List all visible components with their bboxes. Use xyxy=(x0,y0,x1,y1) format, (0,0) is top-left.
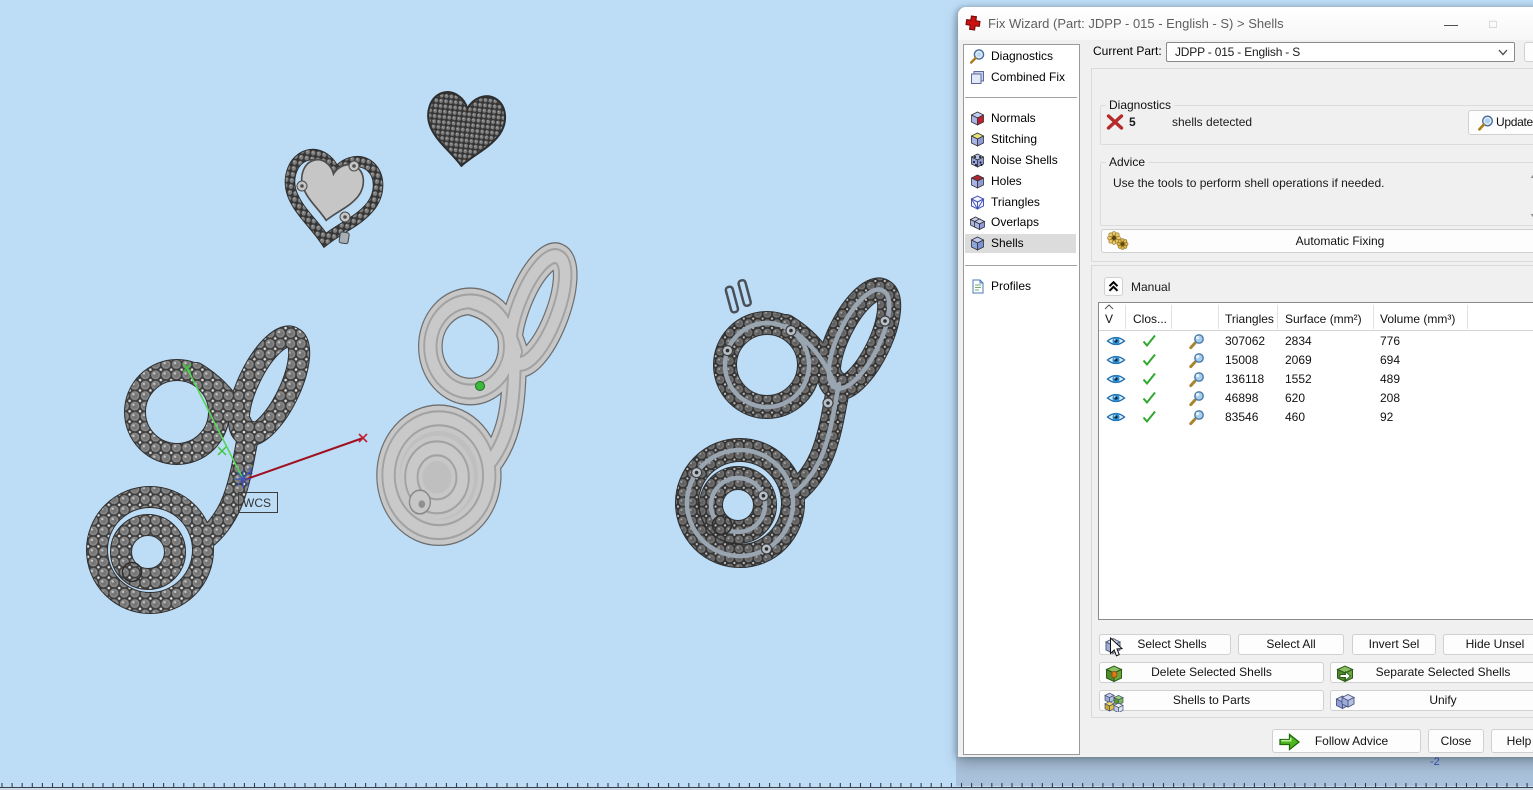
svg-text:Clos...: Clos... xyxy=(1133,312,1167,326)
svg-text:-2: -2 xyxy=(1430,756,1440,768)
svg-text:Triangles: Triangles xyxy=(1225,312,1274,326)
svg-text:92: 92 xyxy=(1380,410,1394,424)
svg-text:620: 620 xyxy=(1285,391,1305,405)
svg-text:208: 208 xyxy=(1380,391,1400,405)
svg-text:V: V xyxy=(1105,312,1113,326)
svg-text:2069: 2069 xyxy=(1285,353,1312,367)
svg-text:83546: 83546 xyxy=(1225,410,1259,424)
svg-text:z: z xyxy=(248,466,253,477)
svg-text:489: 489 xyxy=(1380,372,1400,386)
svg-text:694: 694 xyxy=(1380,353,1400,367)
svg-text:460: 460 xyxy=(1285,410,1305,424)
svg-text:Surface (mm²): Surface (mm²) xyxy=(1285,312,1362,326)
svg-text:1552: 1552 xyxy=(1285,372,1312,386)
svg-text:307062: 307062 xyxy=(1225,334,1265,348)
svg-text:15008: 15008 xyxy=(1225,353,1259,367)
svg-text:Volume (mm³): Volume (mm³) xyxy=(1380,312,1455,326)
svg-text:776: 776 xyxy=(1380,334,1400,348)
svg-text:2834: 2834 xyxy=(1285,334,1312,348)
svg-text:46898: 46898 xyxy=(1225,391,1259,405)
svg-text:136118: 136118 xyxy=(1225,372,1264,386)
svg-text:WCS: WCS xyxy=(243,496,271,510)
